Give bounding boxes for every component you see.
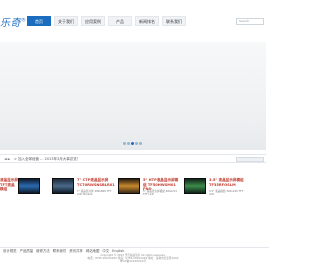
- nav-cases[interactable]: 应用案例: [81, 16, 105, 26]
- copyright: Copyright © 2013 乐奇液晶显示 All rights reser…: [0, 254, 266, 264]
- banner-pagination: [123, 142, 142, 145]
- banner-dot[interactable]: [139, 142, 142, 145]
- banner-dot[interactable]: [123, 142, 126, 145]
- banner-dot-active[interactable]: [131, 142, 134, 145]
- product-desc: 3.5" 液晶模组 320x240 TFT LCD: [209, 190, 244, 197]
- logo-mark: ®: [21, 17, 27, 24]
- nav-about[interactable]: 关于我们: [54, 16, 78, 26]
- news-arrows-icon[interactable]: ◄ ►: [4, 155, 11, 164]
- banner-dot[interactable]: [135, 142, 138, 145]
- product-title[interactable]: 7" CTP液晶显示屏 TC70RWSNSBLR01: [77, 178, 115, 187]
- hero-banner: [0, 42, 266, 150]
- banner-dot[interactable]: [127, 142, 130, 145]
- search-input[interactable]: Search: [236, 18, 264, 25]
- news-headline[interactable]: > 加入全球经营 ... 2013年3月大事总览！: [14, 155, 80, 164]
- product-image[interactable]: [184, 178, 206, 194]
- site-logo[interactable]: 乐奇®: [0, 14, 27, 29]
- product-desc: 7" 液晶显示屏 480x800 TFT LCD Module: [77, 190, 112, 197]
- product-image[interactable]: [52, 178, 74, 194]
- product-title[interactable]: 3.5" 液晶显示屏模组 TF35RFOSLM: [209, 178, 247, 187]
- product-title[interactable]: 液晶显示屏 TFT液晶模组: [0, 178, 18, 192]
- nav-home[interactable]: 首页: [27, 16, 51, 26]
- news-ticker: ◄ ► > 加入全球经营 ... 2013年3月大事总览！: [0, 154, 266, 163]
- logo-text: 乐奇: [0, 18, 21, 29]
- news-more-button[interactable]: [236, 157, 264, 162]
- product-card[interactable]: 7" CTP液晶显示屏 TC70RWSNSBLR01 7" 液晶显示屏 480x…: [52, 172, 116, 208]
- site-header: 乐奇® 首页 关于我们 应用案例 产品 新闻排名 联系我们 Search: [0, 0, 266, 42]
- nav-news[interactable]: 新闻排名: [135, 16, 159, 26]
- product-desc: 5" 液晶显示屏模组 480x272 TFT LCD: [143, 190, 178, 197]
- product-card[interactable]: 3.5" 液晶显示屏模组 TF35RFOSLM 3.5" 液晶模组 320x24…: [184, 172, 248, 208]
- product-card[interactable]: 液晶显示屏 TFT液晶模组: [0, 172, 40, 208]
- product-showcase: 液晶显示屏 TFT液晶模组 7" CTP液晶显示屏 TC70RWSNSBLR01…: [0, 172, 266, 208]
- product-image[interactable]: [18, 178, 40, 194]
- nav-contact[interactable]: 联系我们: [162, 16, 186, 26]
- product-card[interactable]: 5" HTP液晶显示屏模组 TF50HWSM01 FNO 5" 液晶显示屏模组 …: [118, 172, 182, 208]
- product-image[interactable]: [118, 178, 140, 194]
- nav-products[interactable]: 产品: [108, 16, 132, 26]
- main-nav: 首页 关于我们 应用案例 产品 新闻排名 联系我们: [27, 16, 189, 26]
